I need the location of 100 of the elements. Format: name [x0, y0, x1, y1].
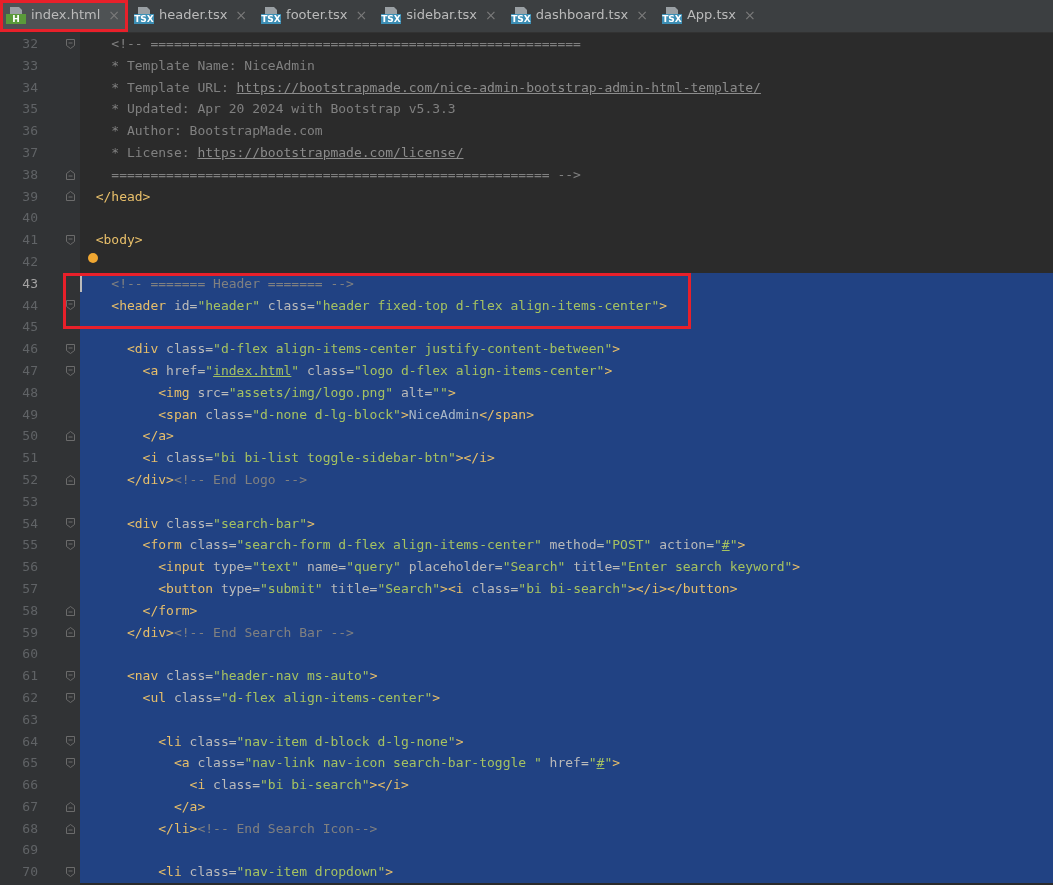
- code-tag: >: [792, 559, 801, 575]
- code-attribute: type=: [219, 580, 261, 596]
- code-string: "Search": [502, 559, 566, 575]
- code-string: ": [291, 362, 300, 378]
- code-tag: <button: [95, 580, 214, 596]
- code-link[interactable]: #: [721, 537, 730, 553]
- fold-icon[interactable]: [66, 540, 75, 551]
- code-attribute: class=: [306, 362, 354, 378]
- code-string: "bi bi-list toggle-sidebar-btn": [213, 450, 456, 466]
- code-attribute: title=: [572, 559, 621, 575]
- code-attribute: title=: [329, 580, 378, 596]
- fold-icon[interactable]: [66, 169, 75, 180]
- close-icon[interactable]: ×: [355, 6, 368, 23]
- code-attribute: class=: [188, 537, 237, 553]
- code-link[interactable]: https://bootstrapmade.com/license/: [197, 145, 464, 160]
- code-tag: >: [400, 406, 409, 422]
- code-tag: <li: [95, 733, 182, 749]
- fold-icon[interactable]: [66, 235, 75, 246]
- code-attribute: class=: [212, 777, 261, 793]
- code-tag: >: [307, 515, 315, 531]
- fold-icon[interactable]: [66, 38, 75, 49]
- code-tag: </a>: [95, 798, 206, 814]
- code-tag: >: [612, 341, 621, 357]
- code-string: "submit": [260, 580, 323, 596]
- code-comment: <!-- ======= Header ======= -->: [110, 275, 354, 291]
- close-icon[interactable]: ×: [744, 6, 756, 23]
- code-comment: * Template URL:: [110, 79, 230, 95]
- code-attribute: href=: [548, 755, 589, 771]
- code-tag: >: [447, 384, 456, 400]
- bulb-icon[interactable]: [88, 252, 98, 263]
- fold-icon[interactable]: [66, 758, 75, 769]
- code-tag: <div: [95, 341, 159, 357]
- code-attribute: href=: [165, 362, 206, 378]
- code-tag: ></i>: [455, 450, 495, 466]
- code-string: ": [588, 755, 597, 771]
- fold-icon[interactable]: [66, 671, 75, 681]
- code-tag: >: [604, 362, 613, 378]
- code-string: "Search": [377, 580, 441, 596]
- code-string: "bi bi-search": [518, 580, 628, 596]
- code-string: "d-flex align-items-center": [220, 689, 433, 705]
- file-tab[interactable]: TSX dashboard.tsx ×: [504, 0, 656, 32]
- fold-icon[interactable]: [66, 300, 75, 311]
- close-icon[interactable]: ×: [636, 6, 648, 23]
- code-comment: <!-- End Search Icon-->: [197, 820, 378, 836]
- code-tag: <span: [95, 406, 198, 422]
- close-icon[interactable]: ×: [235, 6, 248, 23]
- code-tag: >: [432, 689, 441, 705]
- code-attribute: class=: [204, 406, 253, 422]
- code-tag: </a>: [95, 428, 174, 444]
- code-string: "assets/img/logo.png": [228, 384, 394, 400]
- code-link[interactable]: https://bootstrapmade.com/nice-admin-bootstrap-admin-html-template/: [236, 79, 761, 95]
- code-tag: </span>: [479, 406, 534, 422]
- code-string: ": [604, 755, 613, 771]
- fold-icon[interactable]: [66, 431, 75, 442]
- file-tab[interactable]: TSX sidebar.tsx ×: [375, 0, 505, 32]
- file-tab[interactable]: TSX App.tsx ×: [655, 0, 764, 32]
- fold-icon[interactable]: [66, 736, 75, 747]
- code-string: "header-nav ms-auto": [213, 668, 370, 684]
- code-string: "query": [346, 559, 401, 575]
- fold-icon[interactable]: [66, 344, 75, 355]
- code-comment: <!-- =======================================================: [110, 36, 581, 51]
- code-comment: ======================================================== -->: [110, 166, 581, 182]
- code-attribute: class=: [165, 341, 214, 357]
- code-tag: </head>: [95, 188, 151, 204]
- file-tab[interactable]: TSX footer.tsx ×: [255, 0, 376, 32]
- code-string: "logo d-flex align-items-center": [354, 362, 605, 378]
- file-tab[interactable]: TSX header.tsx ×: [128, 0, 256, 32]
- fold-icon[interactable]: [66, 692, 75, 703]
- fold-icon[interactable]: [66, 474, 75, 485]
- code-attribute: class=: [165, 450, 214, 466]
- code-tag: </li>: [95, 820, 198, 836]
- code-string: "search-bar": [213, 515, 307, 531]
- code-string: "nav-item dropdown": [236, 864, 386, 880]
- code-tag: <header: [95, 297, 167, 313]
- fold-icon[interactable]: [66, 627, 75, 638]
- fold-icon[interactable]: [66, 518, 75, 529]
- fold-icon[interactable]: [66, 867, 75, 878]
- fold-icon[interactable]: [66, 605, 75, 616]
- code-link[interactable]: #: [596, 755, 605, 771]
- code-link[interactable]: index.html: [213, 362, 292, 378]
- code-tag: <li: [95, 864, 182, 880]
- code-text: NiceAdmin: [408, 406, 480, 422]
- code-string: "d-flex align-items-center justify-content-between": [213, 341, 613, 357]
- fold-icon[interactable]: [66, 801, 75, 812]
- code-tag: <i: [95, 777, 206, 793]
- fold-icon[interactable]: [66, 365, 75, 376]
- code-attribute: class=: [470, 580, 519, 596]
- code-string: "header fixed-top d-flex align-items-center": [314, 297, 660, 313]
- fold-icon[interactable]: [66, 191, 75, 202]
- code-comment: * Template Name: NiceAdmin: [110, 57, 315, 73]
- code-string: "nav-link nav-icon search-bar-toggle ": [244, 755, 542, 771]
- fold-icon[interactable]: [66, 823, 75, 834]
- code-attribute: action=: [658, 537, 714, 553]
- code-attribute: class=: [172, 689, 221, 705]
- code-tag: <nav: [95, 668, 159, 684]
- code-tag: <form: [95, 537, 182, 553]
- file-tab[interactable]: H index.html ×: [0, 0, 129, 32]
- close-icon[interactable]: ×: [484, 6, 497, 23]
- code-tag: <ul: [95, 689, 167, 705]
- code-tag: <a: [95, 755, 190, 771]
